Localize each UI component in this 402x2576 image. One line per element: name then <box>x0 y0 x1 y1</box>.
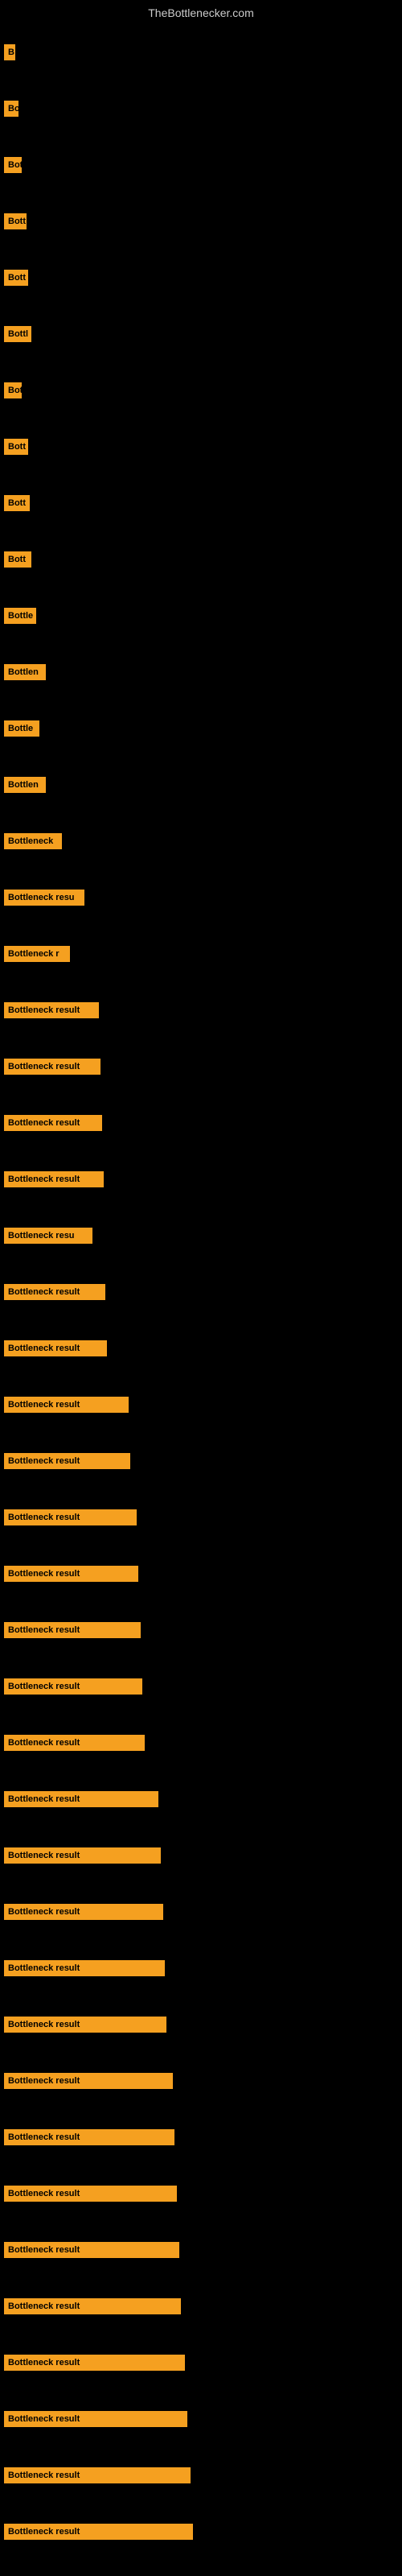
result-badge: Bottleneck result <box>4 2524 193 2540</box>
result-badge: Bottleneck result <box>4 2017 166 2033</box>
list-item: Bottleneck result <box>0 1042 402 1091</box>
list-item: Bottleneck result <box>0 1268 402 1316</box>
list-item: Bottleneck result <box>0 1888 402 1936</box>
result-badge: Bottleneck result <box>4 1904 163 1920</box>
list-item: Bott <box>0 479 402 527</box>
list-item: Bott <box>0 535 402 584</box>
list-item: Bottleneck result <box>0 1437 402 1485</box>
list-item: Bottleneck result <box>0 1831 402 1880</box>
list-item: Bott <box>0 254 402 302</box>
list-item: Bottleneck result <box>0 2282 402 2330</box>
result-badge: Bott <box>4 495 30 511</box>
list-item: Bott <box>0 423 402 471</box>
list-item: Bo <box>0 85 402 133</box>
result-badge: Bott <box>4 213 27 229</box>
list-item: Bottleneck result <box>0 1324 402 1373</box>
list-item: Bottleneck result <box>0 2113 402 2161</box>
result-badge: Bottl <box>4 326 31 342</box>
list-item: B <box>0 28 402 76</box>
result-badge: Bo <box>4 101 18 117</box>
list-item: Bottleneck result <box>0 1493 402 1542</box>
result-badge: Bottleneck result <box>4 2073 173 2089</box>
list-item: Bottleneck result <box>0 986 402 1034</box>
list-item: Bottleneck result <box>0 1775 402 1823</box>
list-item: Bott <box>0 197 402 246</box>
result-badge: Bottleneck <box>4 833 62 849</box>
list-item: Bottle <box>0 592 402 640</box>
result-badge: Bottleneck result <box>4 1002 99 1018</box>
list-item: Bottleneck result <box>0 2451 402 2500</box>
list-item: Bot <box>0 366 402 415</box>
list-item: Bottleneck resu <box>0 873 402 922</box>
result-badge: Bottleneck result <box>4 2186 177 2202</box>
result-badge: Bottleneck result <box>4 1115 102 1131</box>
result-badge: Bottleneck result <box>4 1678 142 1695</box>
result-badge: Bottleneck result <box>4 1059 100 1075</box>
list-item: Bottleneck result <box>0 2226 402 2274</box>
list-item: Bottleneck result <box>0 1155 402 1203</box>
list-item: Bottleneck result <box>0 1606 402 1654</box>
result-badge: Bottle <box>4 720 39 737</box>
result-badge: Bottleneck result <box>4 2355 185 2371</box>
result-badge: Bottleneck result <box>4 2467 191 2483</box>
list-item: Bottleneck result <box>0 1944 402 1992</box>
list-item: Bottlen <box>0 761 402 809</box>
list-item: Bottle <box>0 704 402 753</box>
result-badge: Bottleneck result <box>4 1453 130 1469</box>
result-badge: B <box>4 44 15 60</box>
result-badge: Bottleneck r <box>4 946 70 962</box>
list-item: Bottleneck result <box>0 1550 402 1598</box>
result-badge: Bottleneck result <box>4 1284 105 1300</box>
result-badge: Bottleneck result <box>4 2242 179 2258</box>
result-badge: Bottleneck result <box>4 2298 181 2314</box>
list-item: Bottleneck result <box>0 1662 402 1711</box>
result-badge: Bot <box>4 157 22 173</box>
result-badge: Bottleneck result <box>4 1791 158 1807</box>
list-item: Bottleneck result <box>0 2000 402 2049</box>
result-badge: Bottleneck result <box>4 1847 161 1864</box>
list-item: Bottleneck result <box>0 2169 402 2218</box>
result-badge: Bottleneck result <box>4 1566 138 1582</box>
result-badge: Bott <box>4 439 28 455</box>
result-badge: Bott <box>4 551 31 568</box>
list-item: Bottleneck <box>0 817 402 865</box>
list-item: Bottleneck result <box>0 1381 402 1429</box>
result-badge: Bottleneck result <box>4 1171 104 1187</box>
result-badge: Bottleneck result <box>4 1397 129 1413</box>
list-item: Bottleneck result <box>0 1719 402 1767</box>
result-badge: Bottleneck result <box>4 1340 107 1356</box>
result-badge: Bottleneck resu <box>4 890 84 906</box>
result-badge: Bottlen <box>4 777 46 793</box>
list-item: Bottleneck r <box>0 930 402 978</box>
result-badge: Bottlen <box>4 664 46 680</box>
result-badge: Bot <box>4 382 22 398</box>
result-badge: Bottleneck result <box>4 2129 174 2145</box>
list-item: Bottleneck result <box>0 1099 402 1147</box>
list-item: Bottleneck result <box>0 2508 402 2556</box>
result-badge: Bottle <box>4 608 36 624</box>
result-badge: Bottleneck result <box>4 2411 187 2427</box>
result-badge: Bottleneck result <box>4 1509 137 1525</box>
result-badge: Bott <box>4 270 28 286</box>
list-item: Bottleneck resu <box>0 1212 402 1260</box>
result-badge: Bottleneck result <box>4 1622 141 1638</box>
result-badge: Bottleneck result <box>4 1735 145 1751</box>
list-item: Bottlen <box>0 648 402 696</box>
list-item: Bottl <box>0 310 402 358</box>
list-item: Bottleneck result <box>0 2057 402 2105</box>
list-item: Bottleneck result <box>0 2339 402 2387</box>
list-item: Bottleneck result <box>0 2395 402 2443</box>
list-item: Bot <box>0 141 402 189</box>
result-badge: Bottleneck result <box>4 1960 165 1976</box>
result-badge: Bottleneck resu <box>4 1228 92 1244</box>
